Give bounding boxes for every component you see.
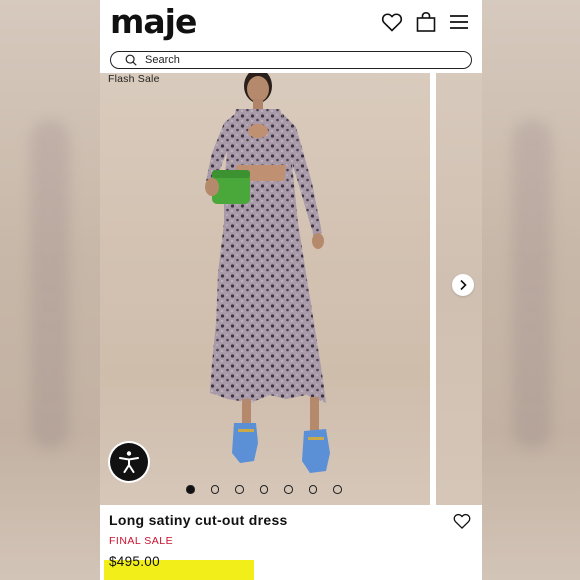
right-background bbox=[482, 0, 580, 580]
blurred-backdrop bbox=[512, 120, 552, 450]
carousel-dot[interactable] bbox=[284, 485, 293, 494]
hamburger-menu-icon[interactable] bbox=[447, 10, 471, 34]
search-icon bbox=[125, 54, 137, 66]
flash-sale-badge: Flash Sale bbox=[108, 73, 160, 85]
accessibility-icon bbox=[119, 451, 139, 473]
blurred-backdrop bbox=[30, 120, 70, 450]
product-image[interactable]: Flash Sale bbox=[100, 73, 430, 505]
carousel-dot[interactable] bbox=[210, 485, 219, 494]
brand-logo[interactable]: maje bbox=[110, 2, 197, 41]
carousel-dot[interactable] bbox=[235, 485, 244, 494]
shopping-bag-icon[interactable] bbox=[414, 10, 438, 34]
carousel-next-button[interactable] bbox=[452, 274, 474, 296]
model-photo bbox=[205, 73, 330, 473]
left-background bbox=[0, 0, 100, 580]
product-price: $495.00 bbox=[109, 554, 160, 569]
carousel-dot[interactable] bbox=[259, 485, 268, 494]
accessibility-button[interactable] bbox=[108, 441, 150, 483]
carousel-pagination bbox=[186, 485, 342, 495]
carousel-dot[interactable] bbox=[308, 485, 317, 494]
site-header: maje bbox=[100, 0, 482, 46]
carousel-dot[interactable] bbox=[333, 485, 342, 494]
carousel-dot[interactable] bbox=[186, 485, 195, 494]
final-sale-label: FINAL SALE bbox=[109, 535, 174, 547]
chevron-right-icon bbox=[460, 279, 467, 291]
search-bar[interactable] bbox=[110, 51, 472, 69]
heart-outline-icon[interactable] bbox=[452, 511, 472, 531]
accessibility-badge bbox=[110, 443, 148, 481]
mobile-page: maje Search Flash Sale Long satiny cut-o… bbox=[100, 0, 482, 580]
product-title[interactable]: Long satiny cut-out dress bbox=[109, 512, 288, 528]
product-image-carousel[interactable]: Flash Sale bbox=[100, 73, 482, 505]
heart-icon[interactable] bbox=[380, 10, 404, 34]
search-input[interactable] bbox=[145, 52, 455, 68]
